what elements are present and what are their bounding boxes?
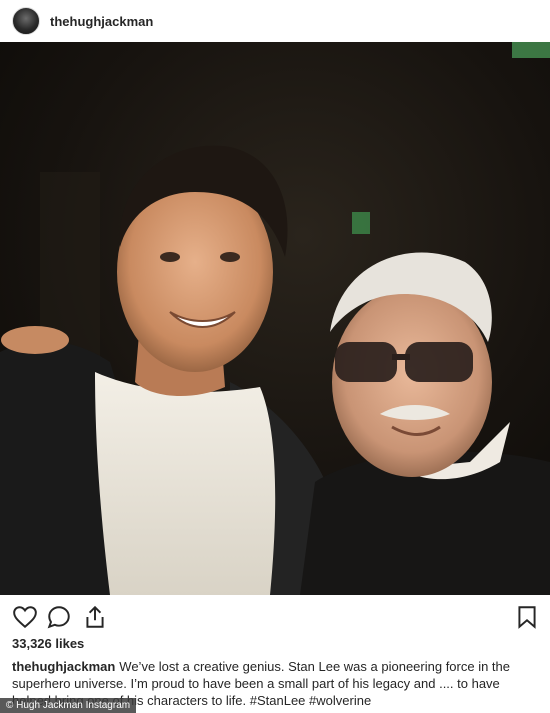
like-count[interactable]: 33,326 likes bbox=[12, 636, 84, 651]
post-photo[interactable] bbox=[0, 42, 550, 595]
heart-icon[interactable] bbox=[12, 604, 38, 630]
image-watermark: © Hugh Jackman Instagram bbox=[0, 698, 137, 713]
action-bar bbox=[0, 600, 550, 634]
post-username[interactable]: thehughjackman bbox=[50, 14, 153, 29]
share-icon[interactable] bbox=[82, 604, 108, 630]
post-header: thehughjackman bbox=[0, 0, 550, 42]
avatar[interactable] bbox=[12, 7, 40, 35]
bookmark-icon[interactable] bbox=[514, 604, 540, 630]
comment-icon[interactable] bbox=[46, 604, 72, 630]
photo-illustration bbox=[0, 42, 550, 595]
caption-username[interactable]: thehughjackman bbox=[12, 659, 115, 674]
